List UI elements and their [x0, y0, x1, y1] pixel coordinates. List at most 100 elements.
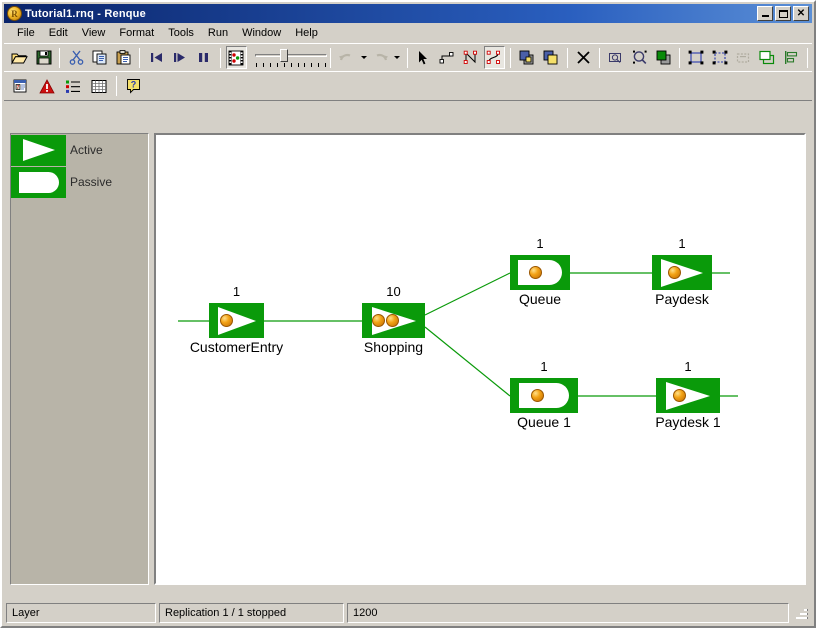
node-body[interactable] [510, 378, 578, 413]
redo-icon[interactable] [370, 46, 392, 69]
slider-thumb[interactable] [280, 48, 289, 62]
node-label-paydesk1: Paydesk 1 [655, 414, 721, 430]
step-back-icon[interactable] [145, 46, 167, 69]
node-paydesk1[interactable]: 1 Paydesk 1 [655, 359, 720, 430]
select-pointer-icon[interactable] [413, 46, 435, 69]
node-count-queue1: 1 [540, 359, 548, 374]
menu-format[interactable]: Format [112, 25, 161, 41]
main-toolbar [4, 43, 812, 71]
maximize-button[interactable] [775, 6, 791, 21]
menu-edit[interactable]: Edit [42, 25, 75, 41]
minimize-button[interactable] [757, 6, 773, 21]
slider-track [255, 53, 328, 57]
menu-window[interactable]: Window [235, 25, 288, 41]
node-body[interactable] [652, 255, 712, 290]
open-icon[interactable] [9, 46, 31, 69]
zoom-window-icon[interactable] [605, 46, 627, 69]
entity-ball [386, 314, 399, 327]
node-queue1[interactable]: 1 Queue 1 [510, 359, 578, 430]
node-paydesk[interactable]: 1 Paydesk [652, 236, 712, 307]
toolbar-separator [679, 47, 681, 68]
diagram-canvas-wrapper[interactable]: 1 CustomerEntry 10 Shopping 1 Queue 1 Pa… [154, 133, 806, 585]
animation-toggle-icon[interactable] [225, 46, 248, 69]
copy-icon[interactable] [89, 46, 111, 69]
menu-file[interactable]: File [10, 25, 42, 41]
warning-icon[interactable] [35, 75, 59, 98]
toolbar-separator [510, 47, 512, 68]
undo-icon[interactable] [336, 46, 358, 69]
fill-color-icon[interactable] [653, 46, 675, 69]
toolbar-separator [806, 47, 808, 68]
report-icon[interactable]: 7 [9, 75, 33, 98]
node-shopping[interactable]: 10 Shopping [362, 284, 425, 355]
animation-speed-slider[interactable] [252, 46, 328, 70]
ungroup-icon[interactable] [709, 46, 731, 69]
menu-view[interactable]: View [75, 25, 113, 41]
node-count-customerentry: 1 [232, 284, 241, 299]
status-time: 1200 [347, 603, 789, 623]
toolbar-separator [599, 47, 601, 68]
slider-ticks [256, 62, 327, 68]
curve-connector-icon[interactable] [483, 46, 506, 69]
entity-ball [372, 314, 385, 327]
redo-dropdown-arrow[interactable] [392, 46, 402, 69]
status-bar: Layer Replication 1 / 1 stopped 1200 [4, 600, 812, 626]
menu-tools[interactable]: Tools [161, 25, 201, 41]
window-title: Tutorial1.rnq - Renque [25, 7, 146, 20]
node-count-queue: 1 [536, 236, 544, 251]
svg-text:?: ? [131, 80, 137, 90]
toolbar-separator [566, 47, 568, 68]
node-label-queue1: Queue 1 [517, 414, 571, 430]
legend-label-passive: Passive [70, 175, 113, 189]
node-label-queue: Queue [518, 291, 562, 307]
legend-panel: Active Passive [10, 133, 149, 585]
delete-icon[interactable] [573, 46, 595, 69]
properties-icon[interactable] [733, 46, 755, 69]
secondary-toolbar: 7 ? [4, 71, 812, 101]
diagram-canvas[interactable]: 1 CustomerEntry 10 Shopping 1 Queue 1 Pa… [156, 135, 804, 583]
entity-ball [529, 266, 542, 279]
resize-grip-icon[interactable] [794, 605, 810, 621]
zoom-icon[interactable] [629, 46, 651, 69]
node-body[interactable] [209, 303, 264, 338]
paste-icon[interactable] [113, 46, 135, 69]
menu-run[interactable]: Run [201, 25, 235, 41]
group-icon[interactable] [685, 46, 707, 69]
close-button[interactable]: ✕ [793, 6, 809, 21]
connector-shopping-queue [424, 272, 511, 316]
menu-help[interactable]: Help [288, 25, 325, 41]
pause-icon[interactable] [193, 46, 215, 69]
step-forward-icon[interactable] [169, 46, 191, 69]
bring-to-front-icon[interactable] [516, 46, 538, 69]
passive-shape-swatch [11, 166, 66, 198]
line-connector-icon[interactable] [460, 46, 482, 69]
node-body[interactable] [656, 378, 720, 413]
save-icon[interactable] [33, 46, 55, 69]
table-icon[interactable] [87, 75, 111, 98]
polyline-connector-icon[interactable] [436, 46, 458, 69]
node-body[interactable] [362, 303, 425, 338]
passive-shape-icon [519, 383, 569, 408]
node-customerentry[interactable]: 1 CustomerEntry [190, 284, 283, 355]
node-queue[interactable]: 1 Queue [510, 236, 570, 307]
svg-text:7: 7 [16, 85, 19, 91]
toolbar-separator [406, 47, 408, 68]
help-icon[interactable]: ? [122, 75, 146, 98]
align-left-icon[interactable] [780, 46, 802, 69]
node-body[interactable] [510, 255, 570, 290]
toolbar-separator [139, 47, 141, 68]
node-count-paydesk: 1 [678, 236, 686, 251]
toolbar-separator [116, 76, 117, 96]
list-icon[interactable] [61, 75, 85, 98]
undo-dropdown-arrow[interactable] [359, 46, 369, 69]
status-layer: Layer [6, 603, 156, 623]
duplicate-icon[interactable] [756, 46, 778, 69]
node-label-paydesk: Paydesk [655, 291, 709, 307]
node-count-shopping: 10 [386, 284, 401, 299]
send-to-back-icon[interactable] [540, 46, 562, 69]
cut-icon[interactable] [65, 46, 87, 69]
toolbar-separator [219, 47, 221, 68]
connector-shopping-queue1 [424, 326, 511, 397]
entity-ball [668, 266, 681, 279]
toolbar-separator [330, 47, 332, 68]
